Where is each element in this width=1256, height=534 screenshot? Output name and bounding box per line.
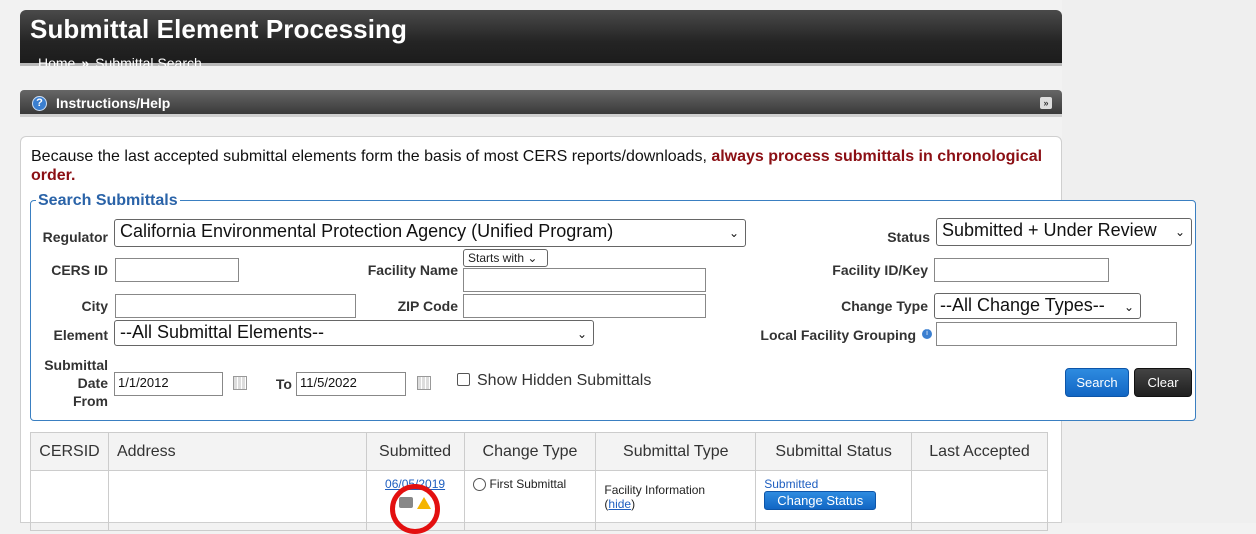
change-type-selected: --All Change Types--: [940, 295, 1105, 315]
facility-name-label: Facility Name: [367, 262, 458, 278]
page-title: Submittal Element Processing: [30, 14, 408, 44]
info-icon[interactable]: i: [922, 329, 932, 339]
facility-name-match-selected: Starts with: [468, 251, 525, 265]
search-button[interactable]: Search: [1065, 368, 1129, 397]
local-grouping-input[interactable]: [936, 322, 1177, 346]
column-header-submittal-type[interactable]: Submittal Type: [595, 432, 757, 471]
table-header-row: CERSID Address Submitted Change Type Sub…: [30, 432, 1048, 471]
breadcrumb-current[interactable]: Submittal Search: [95, 55, 202, 66]
zip-label: ZIP Code: [397, 298, 458, 314]
breadcrumb-separator: »: [81, 55, 90, 66]
cersid-label: CERS ID: [51, 262, 108, 278]
cell-cersid: [30, 470, 109, 531]
column-header-submitted[interactable]: Submitted: [365, 432, 465, 471]
change-type-value: First Submittal: [489, 477, 567, 491]
chevron-down-icon: ⌄: [576, 327, 587, 341]
column-header-change-type[interactable]: Change Type: [463, 432, 597, 471]
instructions-help-label: Instructions/Help: [56, 95, 171, 111]
change-type-select[interactable]: --All Change Types-- ⌄: [934, 293, 1141, 319]
cell-change-type: First Submittal: [463, 470, 597, 531]
facility-name-input[interactable]: [463, 268, 706, 292]
show-hidden-label[interactable]: Show Hidden Submittals: [477, 372, 651, 390]
facility-id-input[interactable]: [934, 258, 1109, 282]
zip-input[interactable]: [463, 294, 706, 318]
regulator-selected: California Environmental Protection Agen…: [120, 221, 614, 241]
date-from-input[interactable]: 1/1/2012: [114, 372, 223, 396]
local-grouping-label: Local Facility Grouping: [760, 327, 916, 343]
facility-id-label: Facility ID/Key: [832, 262, 928, 278]
cell-address: [107, 470, 367, 531]
column-header-last-accepted[interactable]: Last Accepted: [911, 432, 1048, 471]
cell-last-accepted: [911, 470, 1048, 531]
results-table: CERSID Address Submitted Change Type Sub…: [30, 432, 1048, 531]
date-to-label: To: [262, 376, 292, 392]
chevron-down-icon: ⌄: [1174, 225, 1185, 239]
status-label: Status: [887, 229, 930, 245]
collapse-icon[interactable]: »: [1040, 97, 1052, 109]
show-hidden-checkbox[interactable]: [457, 373, 470, 386]
help-icon: ?: [32, 96, 47, 111]
submittal-date-from-label: Submittal Date From: [36, 356, 108, 410]
cell-submittal-status: Submitted Change Status: [755, 470, 913, 531]
chevron-down-icon: ⌄: [728, 226, 739, 240]
regulator-label: Regulator: [42, 229, 108, 245]
calendar-icon[interactable]: [233, 376, 247, 390]
date-from-label-line-3: From: [73, 393, 108, 409]
notice-end: .: [71, 167, 76, 184]
notice-text: Because the last accepted submittal elem…: [31, 148, 712, 165]
highlight-ring: [390, 484, 440, 534]
table-row: 06/05/2019 First Submittal Facility Info…: [30, 470, 1048, 531]
change-type-label: Change Type: [841, 298, 928, 314]
city-input[interactable]: [115, 294, 356, 318]
submittal-type-value: Facility Information: [604, 483, 706, 497]
date-from-label-line-1: Submittal: [44, 357, 108, 373]
city-label: City: [81, 298, 108, 314]
page-header: Submittal Element Processing Home » Submit…: [20, 10, 1062, 66]
facility-name-match-select[interactable]: Starts with ⌄: [463, 249, 548, 267]
cersid-input[interactable]: [115, 258, 239, 282]
breadcrumb-home[interactable]: Home: [38, 55, 75, 66]
status-select[interactable]: Submitted + Under Review ⌄: [936, 218, 1192, 246]
processing-notice: Because the last accepted submittal elem…: [31, 147, 1051, 185]
hide-link-wrap: (hide): [604, 497, 636, 511]
submittal-status-value[interactable]: Submitted: [764, 477, 903, 491]
cell-submittal-type: Facility Information (hide): [595, 470, 757, 531]
change-status-button[interactable]: Change Status: [764, 491, 877, 510]
element-select[interactable]: --All Submittal Elements-- ⌄: [114, 320, 594, 346]
breadcrumb: Home » Submittal Search: [38, 53, 202, 66]
clear-button[interactable]: Clear: [1134, 368, 1192, 397]
date-to-input[interactable]: 11/5/2022: [296, 372, 406, 396]
change-type-radio[interactable]: [472, 478, 486, 492]
chevron-down-icon: ⌄: [1123, 300, 1134, 314]
hide-link[interactable]: hide: [608, 497, 631, 511]
regulator-select[interactable]: California Environmental Protection Agen…: [114, 219, 746, 247]
column-header-submittal-status[interactable]: Submittal Status: [755, 432, 913, 471]
element-selected: --All Submittal Elements--: [120, 322, 325, 342]
date-to-label-text: To: [275, 376, 292, 392]
element-label: Element: [53, 327, 108, 343]
instructions-help-bar[interactable]: ? Instructions/Help »: [20, 90, 1062, 117]
calendar-icon[interactable]: [417, 376, 431, 390]
column-header-address[interactable]: Address: [107, 432, 367, 471]
column-header-cersid[interactable]: CERSID: [30, 432, 109, 471]
search-submittals-legend: Search Submittals: [36, 192, 180, 210]
chevron-down-icon: ⌄: [527, 251, 538, 265]
date-from-label-line-2: Date: [77, 375, 108, 391]
status-selected: Submitted + Under Review: [942, 220, 1157, 240]
